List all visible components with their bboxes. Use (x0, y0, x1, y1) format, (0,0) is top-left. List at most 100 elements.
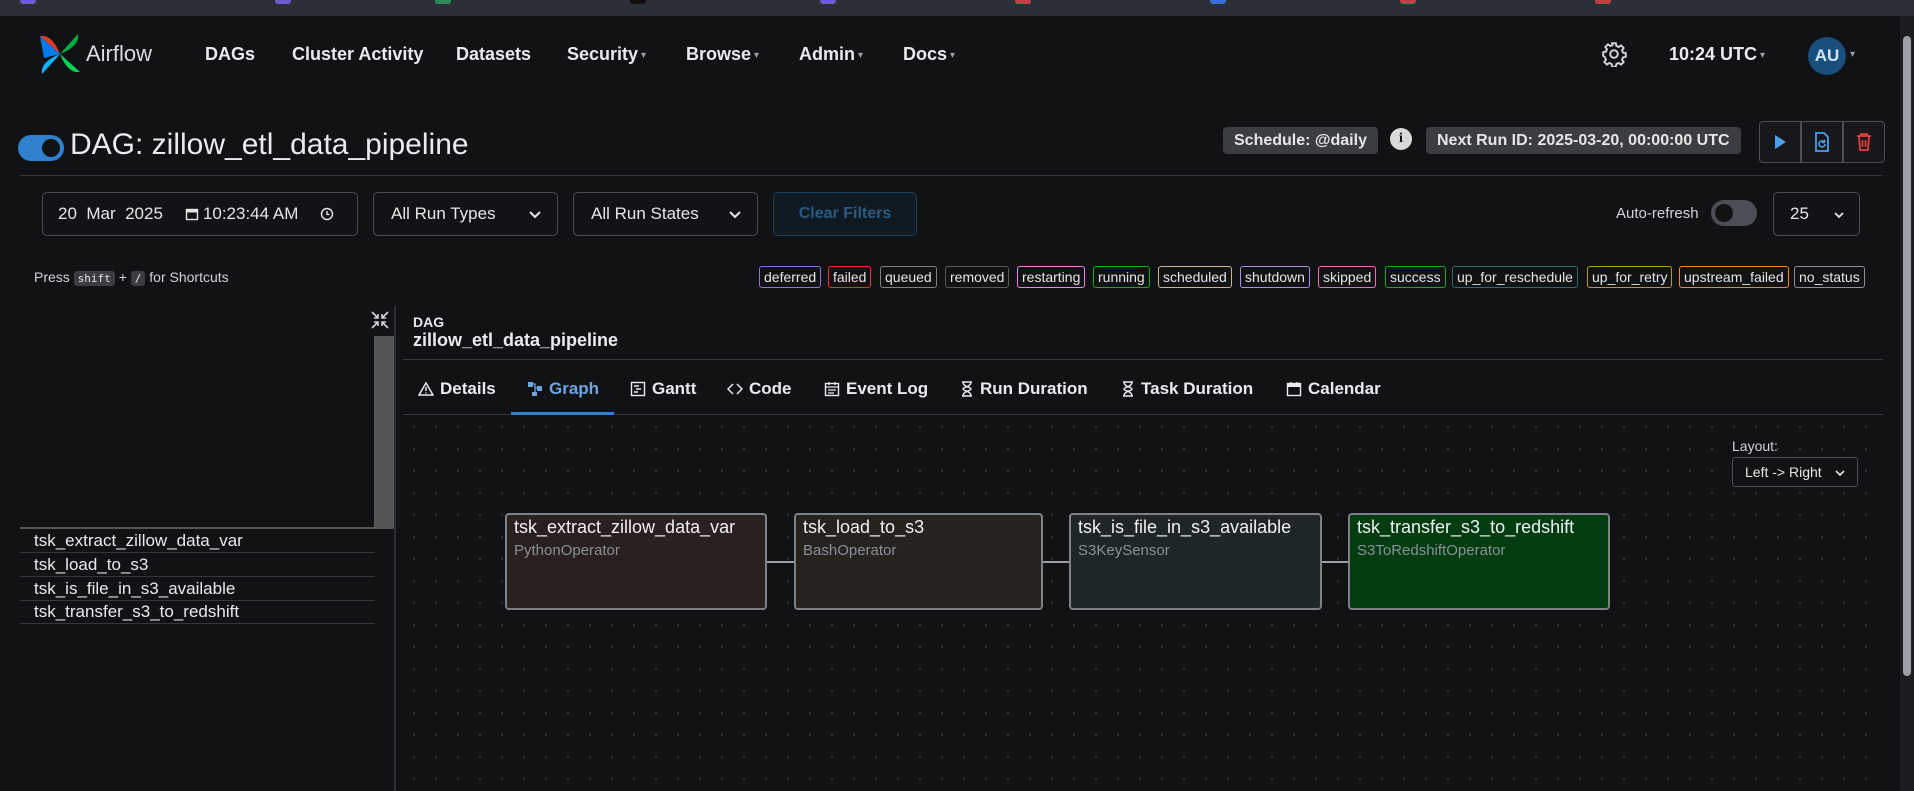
clear-filters-button[interactable]: Clear Filters (773, 192, 917, 236)
layout-select[interactable]: Left -> Right (1732, 457, 1858, 487)
tab-calendar-label: Calendar (1308, 379, 1381, 398)
header-divider (20, 175, 1882, 176)
chevron-down-icon: ▾ (858, 50, 864, 61)
legend-restarting[interactable]: restarting (1017, 266, 1086, 288)
chevron-down-icon (1835, 470, 1845, 477)
node-operator: PythonOperator (514, 542, 620, 559)
run-state-value: All Run States (591, 204, 699, 223)
legend-skipped[interactable]: skipped (1318, 266, 1377, 288)
nav-datasets-label: Datasets (456, 44, 532, 64)
browser-tab-strip (0, 0, 1914, 16)
node-operator: BashOperator (803, 542, 897, 559)
layout-label: Layout: (1732, 438, 1778, 454)
tab-details[interactable]: Details (418, 379, 496, 399)
graph-edge (767, 561, 796, 563)
legend-deferred[interactable]: deferred (759, 266, 822, 288)
nav-security[interactable]: Security ▾ (567, 44, 646, 65)
graph-node-load[interactable]: tsk_load_to_s3 BashOperator (794, 513, 1043, 610)
nav-admin-label: Admin (799, 44, 855, 64)
tab-code[interactable]: Code (727, 379, 792, 399)
tab-gantt[interactable]: Gantt (630, 379, 696, 399)
run-state-select[interactable]: All Run States (573, 192, 758, 236)
nav-cluster-activity[interactable]: Cluster Activity (292, 44, 423, 65)
graph-node-extract[interactable]: tsk_extract_zillow_data_var PythonOperat… (505, 513, 767, 610)
auto-refresh-toggle[interactable] (1711, 200, 1757, 226)
active-tab-indicator (511, 412, 614, 415)
execution-date-input[interactable]: 20 Mar 2025 10:23:44 AM (42, 192, 358, 236)
date-value: 20 Mar 2025 (58, 204, 163, 223)
tab-run-duration[interactable]: Run Duration (960, 379, 1088, 399)
user-avatar[interactable]: AU (1808, 37, 1846, 75)
nav-admin[interactable]: Admin ▾ (799, 44, 863, 65)
legend-no-status[interactable]: no_status (1794, 266, 1865, 288)
task-row[interactable]: tsk_extract_zillow_data_var (20, 530, 374, 553)
legend-failed[interactable]: failed (828, 266, 872, 288)
tab-details-label: Details (440, 379, 496, 398)
tab-graph[interactable]: Graph (527, 379, 599, 399)
clock-label: 10:24 UTC (1669, 44, 1758, 64)
shortcuts-suffix: for Shortcuts (149, 269, 229, 285)
tab-code-label: Code (749, 379, 792, 398)
warning-icon (418, 381, 434, 396)
tab-task-duration[interactable]: Task Duration (1121, 379, 1253, 399)
clock-display[interactable]: 10:24 UTC ▾ (1669, 44, 1765, 65)
nav-browse-label: Browse (686, 44, 752, 64)
hourglass-icon (1123, 381, 1133, 397)
clock-icon[interactable] (320, 207, 334, 221)
legend-queued[interactable]: queued (880, 266, 937, 288)
dag-pause-toggle[interactable] (18, 135, 64, 161)
delete-dag-button[interactable] (1843, 121, 1885, 163)
info-icon[interactable]: i (1390, 128, 1412, 150)
node-operator: S3KeySensor (1078, 542, 1170, 559)
nav-docs[interactable]: Docs ▾ (903, 44, 955, 65)
graph-node-sensor[interactable]: tsk_is_file_in_s3_available S3KeySensor (1069, 513, 1322, 610)
legend-upstream-failed[interactable]: upstream_failed (1679, 266, 1789, 288)
graph-node-transfer[interactable]: tsk_transfer_s3_to_redshift S3ToRedshift… (1348, 513, 1610, 610)
trigger-dag-button[interactable] (1759, 121, 1801, 163)
gear-icon[interactable] (1601, 41, 1627, 67)
time-value: 10:23:44 AM (202, 204, 299, 223)
nav-browse[interactable]: Browse ▾ (686, 44, 759, 65)
page-scroll-thumb[interactable] (1903, 36, 1911, 676)
reparse-dag-button[interactable] (1801, 121, 1843, 163)
tab-event-log[interactable]: Event Log (824, 379, 928, 399)
legend-scheduled[interactable]: scheduled (1158, 266, 1232, 288)
schedule-badge: Schedule: @daily (1223, 127, 1378, 154)
page-size-select[interactable]: 25 (1773, 192, 1860, 236)
legend-shutdown[interactable]: shutdown (1240, 266, 1310, 288)
chevron-down-icon: ▾ (754, 50, 760, 61)
trash-icon (1857, 133, 1871, 151)
tab-calendar[interactable]: Calendar (1286, 379, 1381, 399)
nav-dags[interactable]: DAGs (205, 44, 255, 65)
breadcrumb-dag-label[interactable]: DAG (413, 314, 444, 330)
task-row[interactable]: tsk_transfer_s3_to_redshift (20, 601, 374, 624)
collapse-icon[interactable] (370, 310, 390, 330)
nav-docs-label: Docs (903, 44, 948, 64)
run-type-select[interactable]: All Run Types (373, 192, 558, 236)
chevron-down-icon: ▾ (641, 50, 647, 61)
page-size-value: 25 (1790, 204, 1809, 223)
nav-datasets[interactable]: Datasets (456, 44, 531, 65)
legend-up-for-reschedule[interactable]: up_for_reschedule (1452, 266, 1578, 288)
airflow-logo-icon[interactable] (36, 30, 84, 78)
nav-cluster-activity-label: Cluster Activity (292, 44, 424, 64)
pane-divider[interactable] (394, 306, 396, 791)
shortcuts-hint: Press shift + / for Shortcuts (34, 269, 229, 286)
legend-up-for-retry[interactable]: up_for_retry (1587, 266, 1673, 288)
page-scrollbar[interactable] (1900, 16, 1914, 791)
gantt-icon (630, 381, 646, 397)
legend-removed[interactable]: removed (945, 266, 1010, 288)
grid-scrollbar[interactable] (374, 336, 394, 528)
task-row[interactable]: tsk_load_to_s3 (20, 554, 374, 577)
task-row[interactable]: tsk_is_file_in_s3_available (20, 578, 374, 601)
legend-success[interactable]: success (1385, 266, 1446, 288)
tabs-top-divider (403, 359, 1883, 360)
node-title: tsk_load_to_s3 (803, 517, 925, 537)
breadcrumb-dag-name[interactable]: zillow_etl_data_pipeline (413, 330, 618, 351)
brand-name[interactable]: Airflow (86, 41, 152, 67)
calendar-icon[interactable] (185, 207, 199, 221)
grid-separator (20, 527, 394, 529)
legend-running[interactable]: running (1093, 266, 1150, 288)
chevron-down-icon[interactable]: ▾ (1850, 49, 1855, 60)
chevron-down-icon (1834, 212, 1844, 219)
